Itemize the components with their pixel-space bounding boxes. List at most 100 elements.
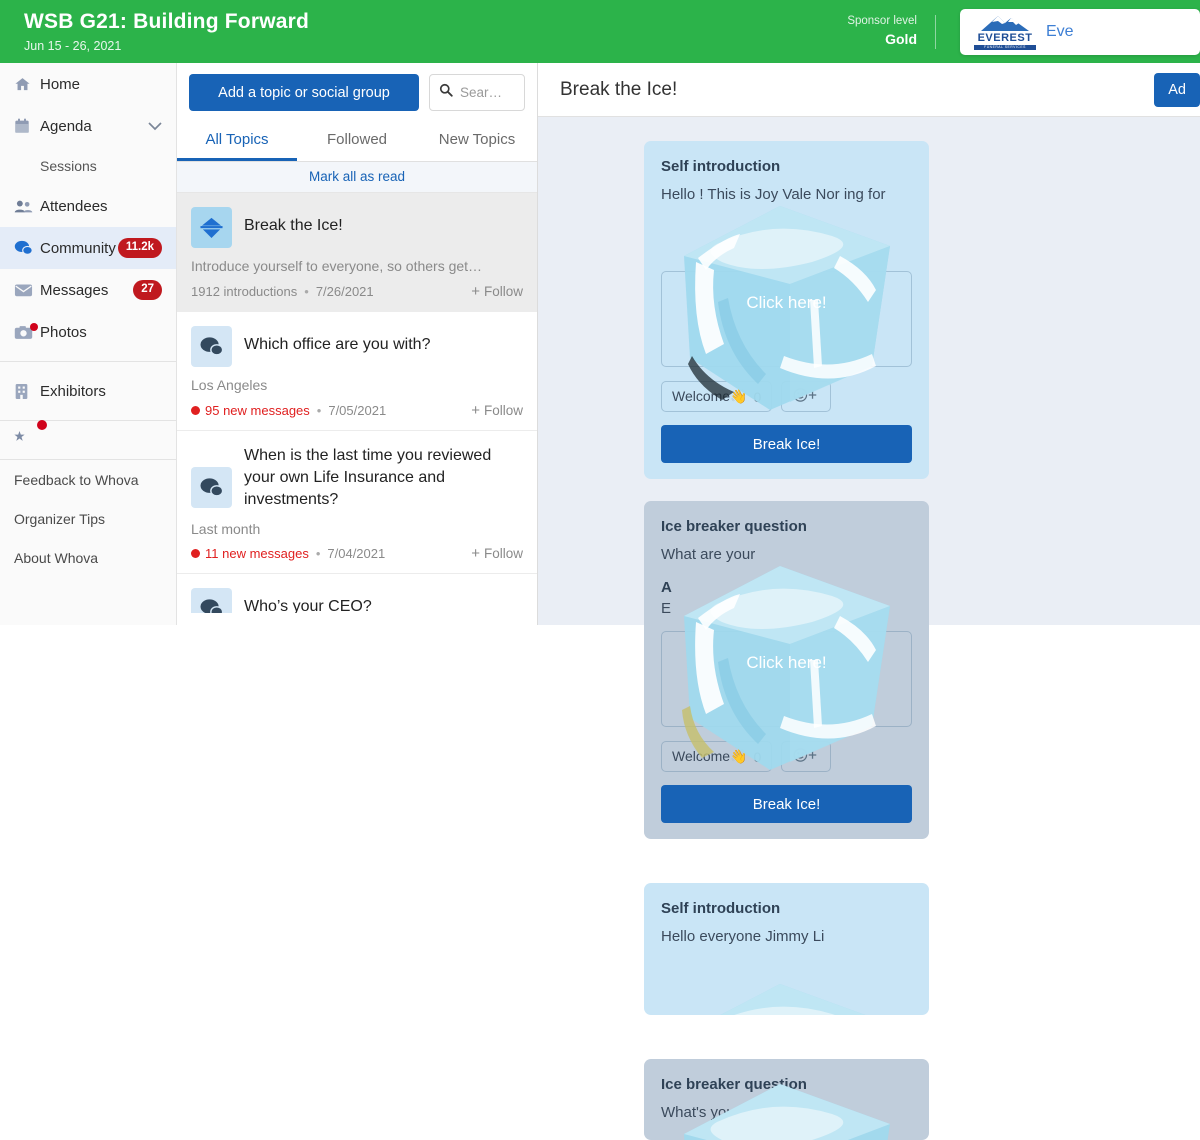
card-question: What are your <box>661 546 756 563</box>
sidebar-link-about-whova[interactable]: About Whova <box>0 538 176 577</box>
ice-breaker-card[interactable]: Ice breaker question What are your A E W… <box>644 501 929 840</box>
topics-panel: Add a topic or social group Sear… All To… <box>177 63 538 625</box>
reaction-chip-welcome[interactable]: Welcome👋 0 <box>661 381 773 412</box>
meta-separator: • <box>315 546 321 562</box>
sidebar-item-attendees[interactable]: Attendees <box>0 185 176 227</box>
intro-card[interactable]: Self introduction Hello ! This is Joy Va… <box>644 141 929 479</box>
list-item[interactable]: When is the last time you reviewed your … <box>177 431 537 575</box>
topic-meta: 1912 introductions • 7/26/2021 + Follow <box>191 283 523 300</box>
sidebar-item-sessions[interactable]: Sessions <box>0 147 176 185</box>
ice-cube-overlay[interactable] <box>662 1059 912 1140</box>
follow-button[interactable]: + Follow <box>471 283 523 300</box>
card-body: Hello everyone Jimmy Li <box>661 928 825 946</box>
add-reaction-button[interactable] <box>781 741 832 773</box>
sidebar-item-photos[interactable]: Photos <box>0 311 176 353</box>
messages-badge: 27 <box>133 280 162 300</box>
chat-bubbles-icon <box>191 466 232 508</box>
reaction-chip-welcome[interactable]: Welcome👋 0 <box>661 741 773 773</box>
building-icon <box>14 383 40 400</box>
sponsor-banner[interactable]: EVEREST FUNERAL SERVICES Eve <box>960 8 1200 55</box>
add-reaction-button[interactable] <box>781 381 832 412</box>
card-answer-label: A <box>661 579 672 597</box>
app-header: WSB G21: Building Forward Jun 15 - 26, 2… <box>0 0 1200 63</box>
sidebar: Home Agenda Sessions Attendees Community… <box>0 63 177 625</box>
home-icon <box>14 76 40 93</box>
card-reactions: Welcome👋 0 <box>661 741 912 773</box>
sidebar-item-community-label: Community <box>40 239 116 257</box>
sidebar-item-community[interactable]: Community 11.2k <box>0 227 176 269</box>
sidebar-item-exhibitors-label: Exhibitors <box>40 382 106 400</box>
card-grid: Self introduction Hello ! This is Joy Va… <box>538 117 1200 1140</box>
sidebar-item-agenda[interactable]: Agenda <box>0 105 176 147</box>
sidebar-item-messages[interactable]: Messages 27 <box>0 269 176 311</box>
plus-icon: + <box>471 545 480 563</box>
topic-new-messages: 95 new messages <box>191 403 310 418</box>
header-right: Sponsor level Gold EVEREST FUNERAL SERVI… <box>847 0 1200 63</box>
topic-date: 7/05/2021 <box>328 402 387 418</box>
sidebar-item-partial[interactable] <box>0 419 176 459</box>
meta-separator: • <box>304 283 309 299</box>
search-placeholder: Sear… <box>460 85 503 100</box>
card-kind: Self introduction <box>661 158 781 175</box>
event-info: WSB G21: Building Forward Jun 15 - 26, 2… <box>0 10 309 53</box>
sponsor-level-value: Gold <box>885 30 917 47</box>
topic-list: Break the Ice! Introduce yourself to eve… <box>177 193 537 613</box>
sponsor-logo-tagline: FUNERAL SERVICES <box>974 44 1036 51</box>
envelope-icon <box>14 283 40 297</box>
add-topic-button[interactable]: Add a topic or social group <box>189 74 419 111</box>
break-ice-button[interactable]: Break Ice! <box>661 785 912 824</box>
sidebar-item-exhibitors[interactable]: Exhibitors <box>0 370 176 412</box>
topic-title: When is the last time you reviewed your … <box>244 446 492 508</box>
intro-card[interactable]: Self introduction Hello everyone Jimmy L… <box>644 883 929 1016</box>
sidebar-item-photos-label: Photos <box>40 323 87 341</box>
sidebar-link-feedback-label: Feedback to Whova <box>14 471 139 488</box>
topic-header: Which office are you with? <box>191 325 523 367</box>
photos-notification-dot <box>30 322 38 331</box>
topic-new-messages-label: 95 new messages <box>205 402 310 418</box>
topic-tabs: All Topics Followed New Topics <box>177 122 537 162</box>
star-icon <box>14 419 47 442</box>
sidebar-divider-2 <box>0 420 176 421</box>
calendar-icon <box>14 118 40 134</box>
sidebar-link-organizer-tips-label: Organizer Tips <box>14 510 106 527</box>
topic-new-messages-label: 11 new messages <box>205 546 309 562</box>
topic-description: Introduce yourself to everyone, so other… <box>191 258 483 274</box>
card-reactions: Welcome👋 0 <box>661 381 912 412</box>
follow-label: Follow <box>483 283 523 299</box>
list-item[interactable]: Break the Ice! Introduce yourself to eve… <box>177 193 537 312</box>
follow-button[interactable]: + Follow <box>471 402 523 419</box>
ice-breaker-card[interactable]: Ice breaker question What's your fa ies … <box>644 1059 929 1140</box>
sidebar-link-feedback[interactable]: Feedback to Whova <box>0 460 176 499</box>
reaction-count: 0 <box>753 748 762 765</box>
break-ice-button[interactable]: Break Ice! <box>661 425 912 463</box>
sidebar-link-organizer-tips[interactable]: Organizer Tips <box>0 499 176 538</box>
card-photo-area <box>661 631 912 728</box>
sponsor-logo: EVEREST FUNERAL SERVICES <box>974 13 1036 51</box>
search-input[interactable]: Sear… <box>429 74 525 111</box>
list-item[interactable]: Who’s your CEO? <box>177 574 537 613</box>
follow-button[interactable]: + Follow <box>471 545 523 562</box>
topic-meta: 95 new messages • 7/05/2021 + Follow <box>191 402 523 419</box>
main-header: Break the Ice! Ad <box>538 63 1200 117</box>
card-kind: Ice breaker question <box>661 1076 807 1094</box>
community-badge: 11.2k <box>117 238 162 258</box>
tab-all-topics[interactable]: All Topics <box>177 122 297 161</box>
topics-toolbar: Add a topic or social group Sear… <box>177 63 537 122</box>
topic-description: Los Angeles <box>191 376 268 393</box>
meta-separator: • <box>316 402 322 418</box>
reaction-count: 0 <box>753 388 762 405</box>
main-content: Break the Ice! Ad Self introduction Hell… <box>538 63 1200 1140</box>
sidebar-item-home[interactable]: Home <box>0 63 176 105</box>
mark-all-as-read-link[interactable]: Mark all as read <box>177 162 537 193</box>
list-item[interactable]: Which office are you with? Los Angeles 9… <box>177 312 537 431</box>
card-question: What's your fa ies of all <box>661 1104 816 1122</box>
topic-date: 7/04/2021 <box>327 546 386 562</box>
chevron-down-icon[interactable] <box>148 119 162 134</box>
topic-title: Break the Ice! <box>244 217 343 234</box>
sidebar-link-about-whova-label: About Whova <box>14 549 99 566</box>
tab-new-topics[interactable]: New Topics <box>417 122 537 161</box>
emoji-plus-icon <box>792 747 820 766</box>
add-button[interactable]: Ad <box>1154 72 1200 107</box>
reaction-label: Welcome👋 <box>672 388 748 404</box>
tab-followed[interactable]: Followed <box>297 122 417 161</box>
